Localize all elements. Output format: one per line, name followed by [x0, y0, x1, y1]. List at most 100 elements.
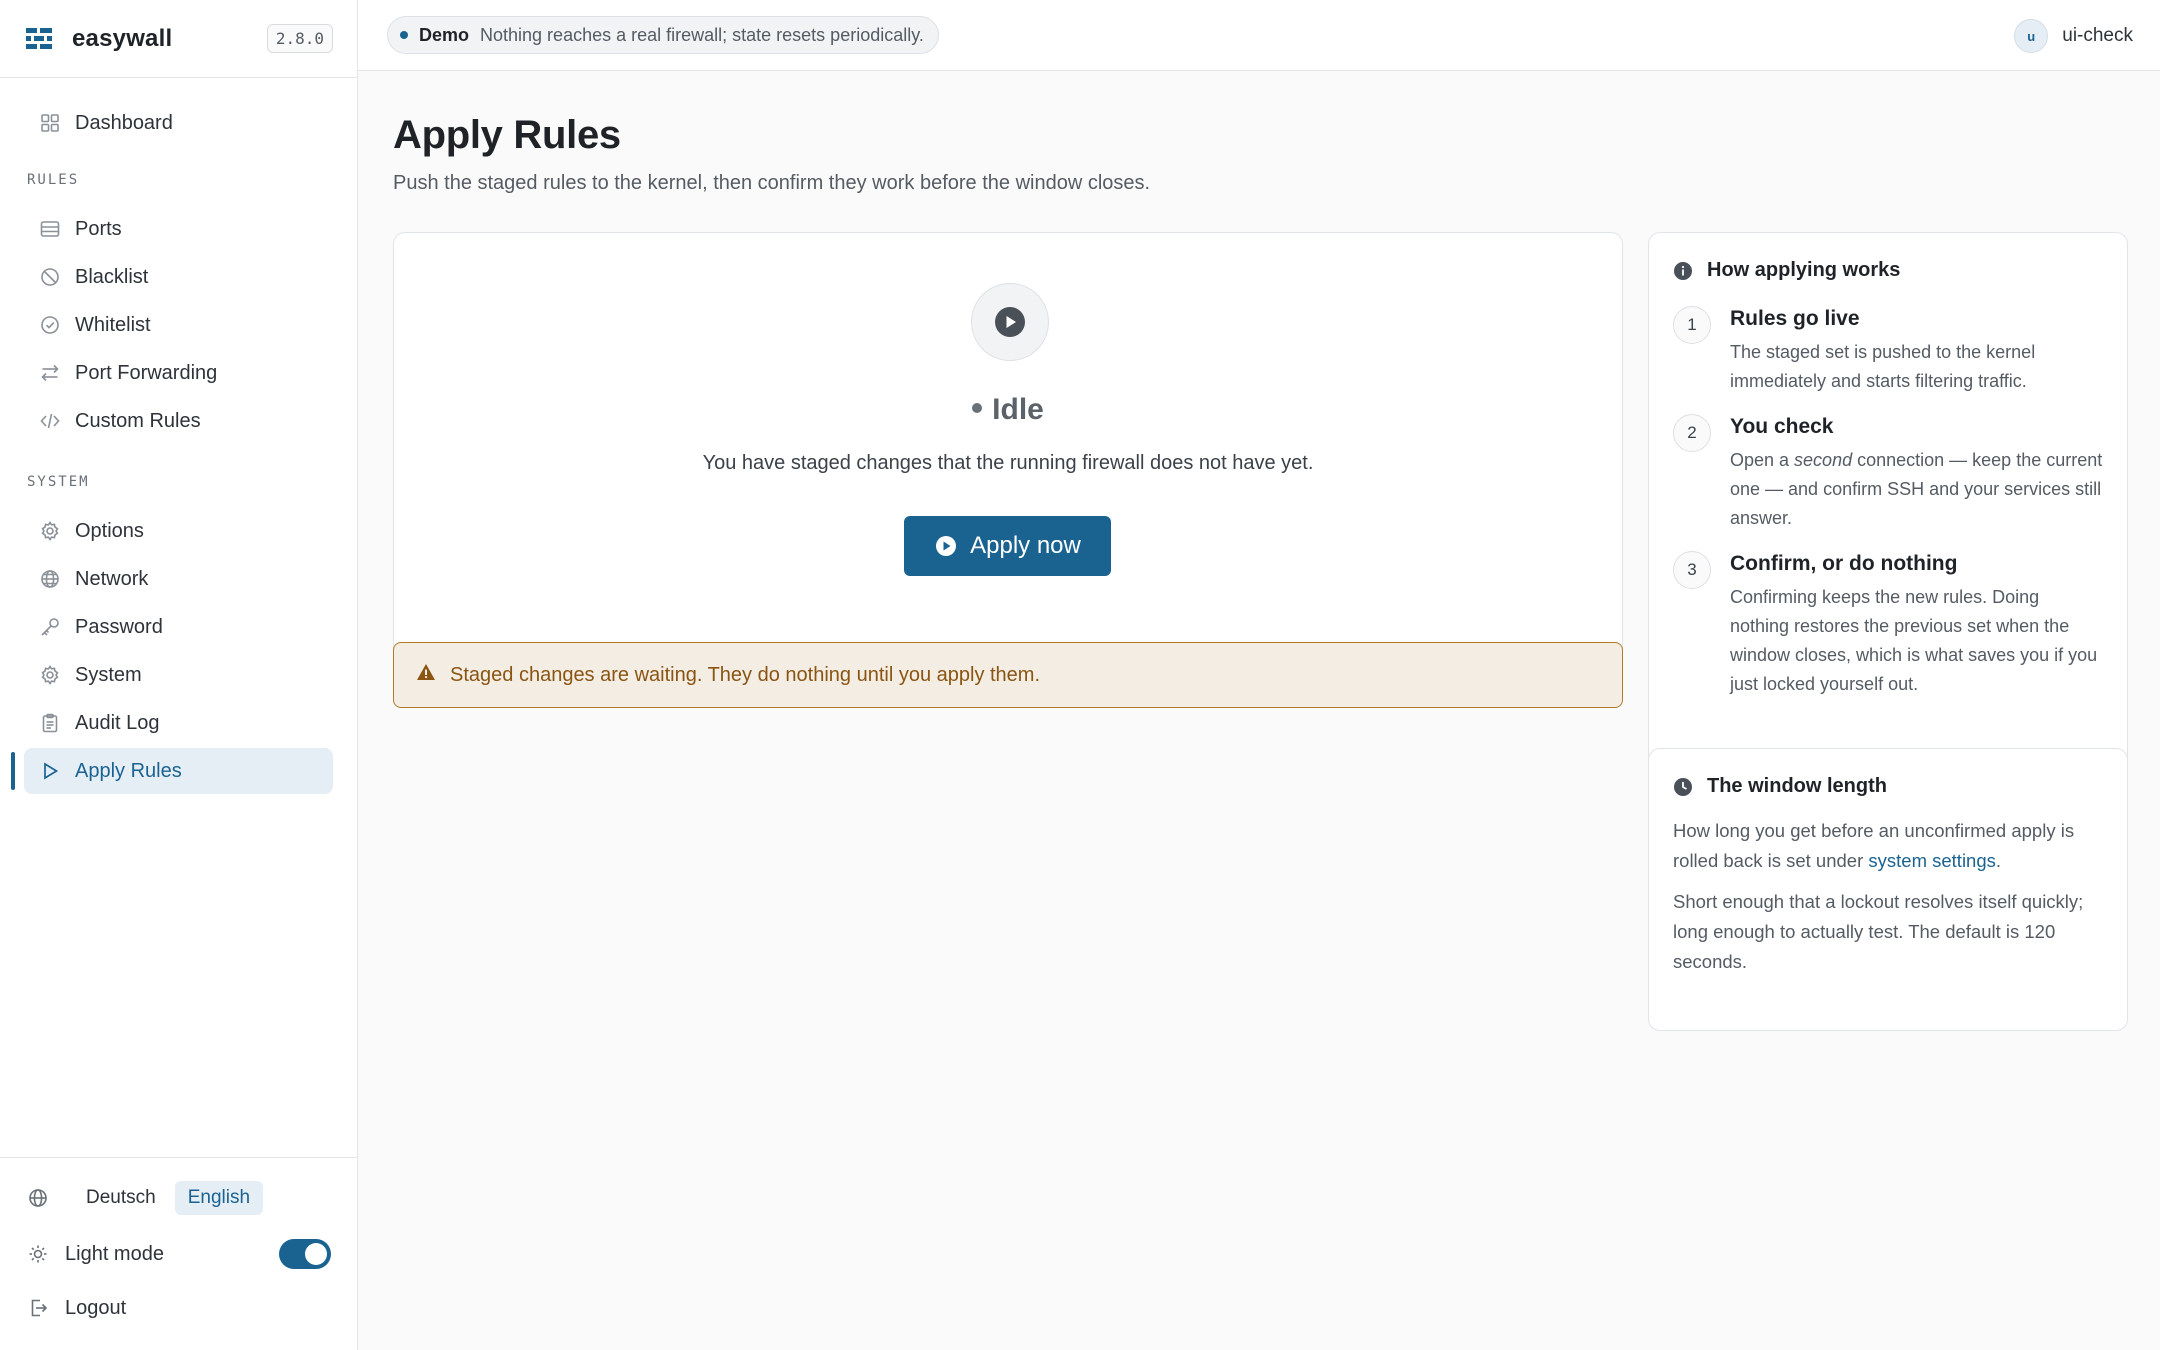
- play-circle-icon: [936, 536, 957, 556]
- page-title: Apply Rules: [393, 113, 621, 157]
- nav-item-custom-rules[interactable]: Custom Rules: [24, 398, 333, 444]
- card-title: The window length: [1673, 775, 2103, 798]
- sidebar: easywall 2.8.0 Dashboard RULES Ports Bla…: [0, 0, 358, 1350]
- logout-icon: [27, 1297, 49, 1319]
- clipboard-icon: [39, 712, 61, 734]
- nav-label: Whitelist: [75, 313, 151, 336]
- apply-card: Idle You have staged changes that the ru…: [393, 232, 1623, 692]
- nav-item-password[interactable]: Password: [24, 604, 333, 650]
- page-subtitle: Push the staged rules to the kernel, the…: [393, 172, 1151, 194]
- demo-label: Demo: [419, 24, 470, 45]
- user-menu[interactable]: u ui-check: [2014, 18, 2133, 54]
- step-title: Confirm, or do nothing: [1730, 552, 1958, 575]
- nav-item-network[interactable]: Network: [24, 556, 333, 602]
- step-title: Rules go live: [1730, 307, 1860, 330]
- globe-icon: [39, 568, 61, 590]
- step-text: Confirming keeps the new rules. Doing no…: [1730, 587, 2098, 694]
- theme-label: Light mode: [65, 1242, 164, 1265]
- grid-icon: [39, 112, 61, 134]
- window-paragraph: How long you get before an unconfirmed a…: [1673, 820, 2075, 871]
- step-item: 1 Rules go live The staged set is pushed…: [1673, 306, 2103, 396]
- nav-label: Network: [75, 567, 149, 590]
- server-icon: [39, 218, 61, 240]
- nav-label: Custom Rules: [75, 409, 201, 432]
- brand: easywall 2.8.0: [0, 0, 357, 78]
- step-number: 2: [1673, 414, 1711, 452]
- warning-icon: [417, 664, 435, 680]
- status-description: You have staged changes that the running…: [702, 452, 1314, 474]
- language-english-button[interactable]: English: [174, 1181, 264, 1215]
- ban-icon: [39, 266, 61, 288]
- nav-item-options[interactable]: Options: [24, 508, 333, 554]
- avatar: u: [2014, 19, 2049, 53]
- system-settings-link[interactable]: system settings: [1868, 850, 1996, 871]
- sidebar-footer: Deutsch English Light mode Logout: [0, 1157, 357, 1350]
- how-applying-works-card: How applying works 1 Rules go live The s…: [1648, 232, 2128, 801]
- step-text: The staged set is pushed to the kernel i…: [1730, 342, 2036, 391]
- clock-icon: [1674, 777, 1692, 796]
- apply-now-label: Apply now: [970, 532, 1081, 559]
- nav-item-dashboard[interactable]: Dashboard: [24, 100, 333, 146]
- card-title-text: How applying works: [1707, 259, 1901, 281]
- demo-banner: Demo Nothing reaches a real firewall; st…: [387, 16, 939, 54]
- step-number: 3: [1673, 551, 1711, 589]
- staged-changes-warning: Staged changes are waiting. They do noth…: [393, 642, 1623, 708]
- nav-label: Port Forwarding: [75, 361, 218, 384]
- app-name: easywall: [72, 24, 173, 52]
- nav-item-blacklist[interactable]: Blacklist: [24, 254, 333, 300]
- sun-icon: [27, 1243, 49, 1265]
- theme-row: Light mode: [0, 1236, 357, 1272]
- status-text: Idle: [992, 393, 1044, 426]
- play-circle-icon: [971, 283, 1049, 361]
- step-item: 2 You check Open a second connection — k…: [1673, 414, 2103, 533]
- nav-item-audit-log[interactable]: Audit Log: [24, 700, 333, 746]
- nav-label: Audit Log: [75, 711, 160, 734]
- nav-label: Apply Rules: [75, 759, 182, 782]
- arrows-icon: [39, 362, 61, 384]
- status-dot: [400, 31, 408, 39]
- emphasis: second: [1794, 450, 1853, 470]
- globe-icon: [27, 1187, 49, 1209]
- key-icon: [39, 616, 61, 638]
- gear-icon: [39, 520, 61, 542]
- status-dot: [972, 403, 983, 414]
- version-badge: 2.8.0: [266, 24, 333, 53]
- status-indicator: Idle: [394, 393, 1622, 427]
- nav-item-ports[interactable]: Ports: [24, 206, 333, 252]
- nav-item-port-forwarding[interactable]: Port Forwarding: [24, 350, 333, 396]
- main-nav: Dashboard RULES Ports Blacklist Whitelis…: [0, 78, 357, 794]
- nav-label: Ports: [75, 217, 122, 240]
- topbar: Demo Nothing reaches a real firewall; st…: [358, 0, 2160, 71]
- username: ui-check: [2062, 25, 2133, 46]
- code-icon: [39, 410, 61, 432]
- window-length-card: The window length How long you get befor…: [1648, 748, 2128, 1031]
- nav-label: System: [75, 663, 142, 686]
- step-title: You check: [1730, 415, 1834, 438]
- apply-now-button[interactable]: Apply now: [904, 516, 1111, 576]
- logout-button[interactable]: Logout: [0, 1290, 357, 1326]
- nav-label: Dashboard: [75, 111, 173, 134]
- play-icon: [39, 760, 61, 782]
- section-system-heading: SYSTEM: [27, 474, 90, 490]
- nav-label: Options: [75, 519, 144, 542]
- nav-item-system[interactable]: System: [24, 652, 333, 698]
- card-title: How applying works: [1673, 259, 2103, 282]
- window-paragraph: Short enough that a lockout resolves its…: [1673, 891, 2084, 972]
- demo-text: Nothing reaches a real firewall; state r…: [480, 24, 924, 45]
- card-title-text: The window length: [1707, 775, 1887, 797]
- language-switcher: Deutsch English: [0, 1180, 357, 1216]
- info-icon: [1674, 261, 1692, 280]
- nav-item-apply-rules[interactable]: Apply Rules: [11, 748, 333, 794]
- easywall-logo-icon: [26, 27, 52, 49]
- section-rules-heading: RULES: [27, 172, 80, 188]
- nav-item-whitelist[interactable]: Whitelist: [24, 302, 333, 348]
- warning-text: Staged changes are waiting. They do noth…: [450, 663, 1041, 686]
- language-deutsch-button[interactable]: Deutsch: [73, 1181, 169, 1215]
- step-item: 3 Confirm, or do nothing Confirming keep…: [1673, 551, 2103, 699]
- nav-label: Password: [75, 615, 163, 638]
- gear-icon: [39, 664, 61, 686]
- theme-toggle[interactable]: [279, 1239, 331, 1269]
- logout-label: Logout: [65, 1296, 127, 1319]
- step-text: Open a second connection — keep the curr…: [1730, 450, 2103, 528]
- step-number: 1: [1673, 306, 1711, 344]
